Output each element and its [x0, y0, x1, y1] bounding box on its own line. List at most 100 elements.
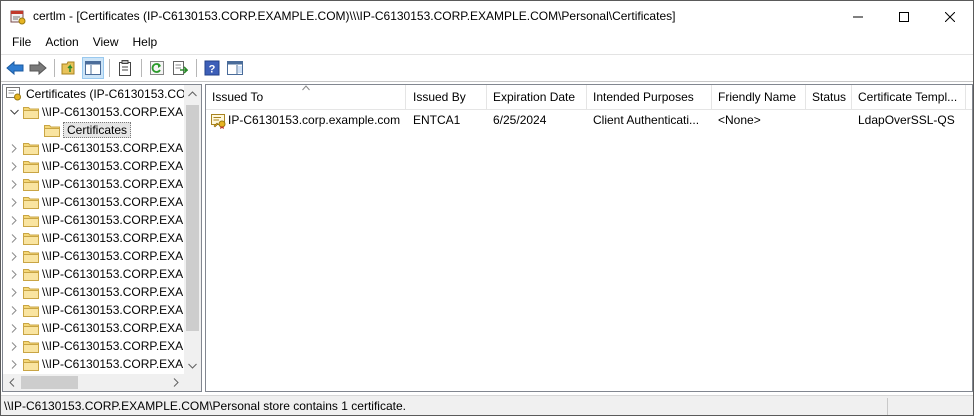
- tree-item-store[interactable]: \\IP-C6130153.CORP.EXAI: [8, 193, 187, 211]
- column-certificate-template[interactable]: Certificate Templ...: [852, 85, 966, 110]
- status-divider: [887, 398, 888, 415]
- up-one-level-button[interactable]: [59, 57, 81, 79]
- chevron-right-icon: [11, 323, 17, 333]
- chevron-right-icon: [11, 161, 17, 171]
- chevron-right-icon: [11, 197, 17, 207]
- folder-icon: [23, 287, 39, 299]
- title-bar[interactable]: certlm - [Certificates (IP-C6130153.CORP…: [1, 1, 973, 32]
- expand-toggle[interactable]: [8, 301, 20, 319]
- properties-button[interactable]: [114, 57, 136, 79]
- tree-vertical-scrollbar[interactable]: [184, 85, 201, 374]
- help-button[interactable]: ?: [201, 57, 223, 79]
- expand-toggle[interactable]: [8, 211, 20, 229]
- chevron-up-icon: [188, 90, 197, 96]
- menu-action[interactable]: Action: [38, 32, 85, 53]
- toolbar: ?: [1, 54, 973, 82]
- window-title: certlm - [Certificates (IP-C6130153.CORP…: [33, 9, 676, 23]
- refresh-button[interactable]: [146, 57, 168, 79]
- chevron-right-icon: [173, 378, 179, 387]
- expand-toggle[interactable]: [8, 229, 20, 247]
- tree-item-store[interactable]: \\IP-C6130153.CORP.EXAI: [8, 139, 187, 157]
- scroll-down-arrow[interactable]: [184, 357, 201, 374]
- toolbar-separator: [109, 59, 110, 77]
- tree-item-store[interactable]: \\IP-C6130153.CORP.EXAI: [8, 319, 187, 337]
- tree-horizontal-scroll-thumb[interactable]: [21, 376, 78, 389]
- cell-intended-purposes: Client Authenticati...: [593, 113, 700, 127]
- tree-horizontal-scrollbar[interactable]: [3, 374, 184, 391]
- chevron-right-icon: [11, 215, 17, 225]
- column-friendly-name[interactable]: Friendly Name: [712, 85, 806, 110]
- tree-item-label: \\IP-C6130153.CORP.EXAI: [42, 159, 187, 173]
- cell-certificate-template: LdapOverSSL-QS: [858, 113, 955, 127]
- expand-toggle[interactable]: [8, 193, 20, 211]
- back-button[interactable]: [4, 57, 26, 79]
- certificates-snapin-icon: [6, 87, 21, 101]
- folder-icon: [23, 161, 39, 173]
- tree-item-label: \\IP-C6130153.CORP.EXAI: [42, 303, 187, 317]
- menu-view[interactable]: View: [86, 32, 126, 53]
- expand-toggle[interactable]: [8, 175, 20, 193]
- chevron-right-icon: [11, 143, 17, 153]
- column-issued-by[interactable]: Issued By: [407, 85, 487, 110]
- certificate-row[interactable]: IP-C6130153.corp.example.com ENTCA1 6/25…: [206, 111, 972, 130]
- chevron-right-icon: [11, 287, 17, 297]
- scroll-up-arrow[interactable]: [184, 85, 201, 102]
- expand-toggle[interactable]: [8, 247, 20, 265]
- tree-item-store[interactable]: \\IP-C6130153.CORP.EXAI: [8, 247, 187, 265]
- expand-toggle[interactable]: [8, 337, 20, 355]
- close-icon: [945, 11, 955, 22]
- forward-button[interactable]: [27, 57, 49, 79]
- maximize-button[interactable]: [881, 1, 927, 32]
- show-hide-tree-icon: [85, 61, 101, 75]
- column-intended-purposes[interactable]: Intended Purposes: [587, 85, 712, 110]
- column-expiration-date[interactable]: Expiration Date: [487, 85, 587, 110]
- up-folder-icon: [61, 61, 75, 75]
- tree-root-label: Certificates (IP-C6130153.COF: [26, 87, 193, 101]
- tree-item-store[interactable]: \\IP-C6130153.CORP.EXAI: [8, 229, 187, 247]
- chevron-right-icon: [11, 233, 17, 243]
- action-pane-button[interactable]: [224, 57, 246, 79]
- expand-toggle[interactable]: [8, 157, 20, 175]
- export-list-button[interactable]: [169, 57, 191, 79]
- tree-item-store[interactable]: \\IP-C6130153.CORP.EXAI: [8, 337, 187, 355]
- properties-icon: [119, 60, 131, 76]
- tree-item-store[interactable]: \\IP-C6130153.CORP.EXAI: [8, 355, 187, 373]
- refresh-icon: [150, 61, 164, 75]
- tree-item-store[interactable]: \\IP-C6130153.CORP.EXAI: [8, 283, 187, 301]
- tree-item-label: \\IP-C6130153.CORP.EXAI: [42, 357, 187, 371]
- scroll-right-arrow[interactable]: [167, 374, 184, 391]
- show-hide-tree-button[interactable]: [82, 57, 104, 79]
- toolbar-separator: [54, 59, 55, 77]
- expand-toggle[interactable]: [8, 265, 20, 283]
- expand-toggle[interactable]: [8, 319, 20, 337]
- close-button[interactable]: [927, 1, 973, 32]
- expand-toggle[interactable]: [8, 283, 20, 301]
- tree-root-certificates[interactable]: Certificates (IP-C6130153.COF: [6, 85, 193, 103]
- export-list-icon: [173, 61, 188, 75]
- tree-item-expanded-store[interactable]: \\IP-C6130153.CORP.EXAM: [8, 103, 193, 121]
- scroll-left-arrow[interactable]: [3, 374, 20, 391]
- menu-file[interactable]: File: [5, 32, 38, 53]
- menu-help[interactable]: Help: [126, 32, 165, 53]
- tree-vertical-scroll-thumb[interactable]: [186, 105, 199, 331]
- expand-toggle[interactable]: [8, 139, 20, 157]
- folder-icon: [23, 269, 39, 281]
- tree-item-certificates[interactable]: Certificates: [41, 121, 132, 139]
- minimize-button[interactable]: [835, 1, 881, 32]
- tree-item-label: \\IP-C6130153.CORP.EXAI: [42, 141, 187, 155]
- certificate-list[interactable]: Issued To Issued By Expiration Date Inte…: [205, 84, 973, 392]
- collapse-toggle[interactable]: [8, 103, 20, 121]
- expand-toggle[interactable]: [8, 355, 20, 373]
- tree-item-store[interactable]: \\IP-C6130153.CORP.EXAI: [8, 211, 187, 229]
- chevron-right-icon: [11, 359, 17, 369]
- tree-item-label: \\IP-C6130153.CORP.EXAI: [42, 339, 187, 353]
- tree-item-store[interactable]: \\IP-C6130153.CORP.EXAI: [8, 265, 187, 283]
- tree-item-store[interactable]: \\IP-C6130153.CORP.EXAI: [8, 157, 187, 175]
- maximize-icon: [899, 11, 909, 22]
- column-status[interactable]: Status: [806, 85, 852, 110]
- console-tree[interactable]: Certificates (IP-C6130153.COF \\IP-C61301…: [2, 84, 202, 392]
- tree-item-store[interactable]: \\IP-C6130153.CORP.EXAI: [8, 175, 187, 193]
- tree-item-label: \\IP-C6130153.CORP.EXAI: [42, 285, 187, 299]
- tree-item-store[interactable]: \\IP-C6130153.CORP.EXAI: [8, 301, 187, 319]
- minimize-icon: [853, 16, 863, 17]
